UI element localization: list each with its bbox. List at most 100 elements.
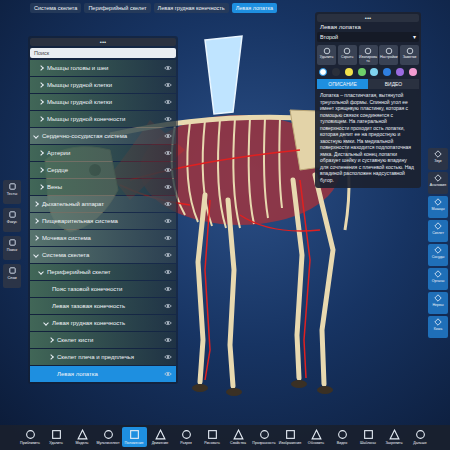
- tree-item[interactable]: Периферийный скелет: [30, 264, 176, 280]
- layer-button[interactable]: Органы: [428, 268, 448, 290]
- color-swatch[interactable]: [396, 68, 404, 76]
- tree-item[interactable]: Скелет кисти: [30, 332, 176, 348]
- breadcrumb-tab[interactable]: Периферийный скелет: [84, 3, 150, 13]
- eye-icon[interactable]: [164, 252, 172, 258]
- left-tool-button[interactable]: Фокус: [3, 208, 21, 232]
- tree-item[interactable]: Левая лопатка: [30, 366, 176, 382]
- bottom-tool-button[interactable]: Разрез: [174, 427, 199, 447]
- bottom-tool-button[interactable]: Видео: [330, 427, 355, 447]
- chevron-icon[interactable]: [38, 167, 44, 173]
- layer-button[interactable]: Кожа: [428, 316, 448, 338]
- eye-icon[interactable]: [164, 235, 172, 241]
- bottom-tool-button[interactable]: Движение: [148, 427, 173, 447]
- bottom-tool-button[interactable]: Шаблоны: [356, 427, 381, 447]
- left-tool-button[interactable]: Слои: [3, 264, 21, 288]
- chevron-icon[interactable]: [48, 337, 54, 343]
- tree-item[interactable]: Пояс тазовой конечности: [30, 281, 176, 297]
- layer-button[interactable]: Звук: [428, 148, 448, 170]
- color-swatch[interactable]: [345, 68, 353, 76]
- eye-icon[interactable]: [164, 150, 172, 156]
- chevron-icon[interactable]: [38, 99, 44, 105]
- bottom-tool-button[interactable]: Рисовать: [200, 427, 225, 447]
- left-tool-button[interactable]: Поиск: [3, 236, 21, 260]
- layer-button[interactable]: Скелет: [428, 220, 448, 242]
- tree-item[interactable]: Система скелета: [30, 247, 176, 263]
- tree-item[interactable]: Левая грудная конечность: [30, 315, 176, 331]
- tree-item[interactable]: Артерии: [30, 145, 176, 161]
- tree-item[interactable]: Мышцы грудной клетки: [30, 94, 176, 110]
- bottom-tool-button[interactable]: Положение: [122, 427, 147, 447]
- eye-icon[interactable]: [164, 269, 172, 275]
- breadcrumb-tab[interactable]: Система скелета: [30, 3, 81, 13]
- chevron-icon[interactable]: [33, 218, 39, 224]
- color-swatch[interactable]: [409, 68, 417, 76]
- info-tool-button[interactable]: Настройки: [379, 45, 398, 65]
- breadcrumb-tab[interactable]: Левая грудная конечность: [154, 3, 229, 13]
- eye-icon[interactable]: [164, 184, 172, 190]
- bottom-tool-button[interactable]: Дальше: [408, 427, 433, 447]
- tree-item[interactable]: Мышцы грудной клетки: [30, 77, 176, 93]
- eye-icon[interactable]: [164, 201, 172, 207]
- bottom-tool-button[interactable]: Свойства: [226, 427, 251, 447]
- tree-item[interactable]: Мышцы грудной конечности: [30, 111, 176, 127]
- search-field[interactable]: Поиск: [30, 48, 176, 58]
- left-tool-button[interactable]: Тесты: [3, 180, 21, 204]
- bottom-tool-button[interactable]: Мультиселект: [96, 427, 121, 447]
- bottom-tool-button[interactable]: Приблизить: [18, 427, 43, 447]
- layer-button[interactable]: Анатомия: [428, 172, 448, 194]
- info-tab[interactable]: ОПИСАНИЕ: [317, 79, 368, 89]
- info-tab[interactable]: ВИДЕО: [368, 79, 419, 89]
- chevron-icon[interactable]: [38, 116, 44, 122]
- eye-icon[interactable]: [164, 354, 172, 360]
- tree-item[interactable]: Левая тазовая конечность: [30, 298, 176, 314]
- eye-icon[interactable]: [164, 218, 172, 224]
- tree-item[interactable]: Пищеварительная система: [30, 213, 176, 229]
- color-swatch[interactable]: [370, 68, 378, 76]
- panel-handle[interactable]: •••: [30, 38, 176, 46]
- eye-icon[interactable]: [164, 303, 172, 309]
- color-swatch[interactable]: [383, 68, 391, 76]
- eye-icon[interactable]: [164, 371, 172, 377]
- breadcrumb-tab[interactable]: Левая лопатка: [232, 3, 277, 13]
- chevron-icon[interactable]: [33, 235, 39, 241]
- eye-icon[interactable]: [164, 99, 172, 105]
- color-swatch[interactable]: [358, 68, 366, 76]
- tree-item[interactable]: Сердце: [30, 162, 176, 178]
- tree-item[interactable]: Сердечно-сосудистая система: [30, 128, 176, 144]
- chevron-icon[interactable]: [33, 252, 39, 258]
- eye-icon[interactable]: [164, 133, 172, 139]
- tree-item[interactable]: Мышцы головы и шеи: [30, 60, 176, 76]
- tree-item[interactable]: Вены: [30, 179, 176, 195]
- chevron-icon[interactable]: [43, 320, 49, 326]
- eye-icon[interactable]: [164, 65, 172, 71]
- info-tool-button[interactable]: Заметки: [400, 45, 419, 65]
- chevron-icon[interactable]: [33, 133, 39, 139]
- layer-button[interactable]: Нервы: [428, 292, 448, 314]
- level-dropdown[interactable]: Второй▾: [317, 32, 419, 42]
- color-swatch[interactable]: [319, 68, 327, 76]
- eye-icon[interactable]: [164, 286, 172, 292]
- bottom-tool-button[interactable]: Удалить: [44, 427, 69, 447]
- tree-item[interactable]: Скелет плеча и предплечья: [30, 349, 176, 365]
- chevron-icon[interactable]: [38, 65, 44, 71]
- eye-icon[interactable]: [164, 337, 172, 343]
- bottom-tool-button[interactable]: Прозрачность: [252, 427, 277, 447]
- chevron-icon[interactable]: [48, 354, 54, 360]
- chevron-icon[interactable]: [38, 150, 44, 156]
- bottom-tool-button[interactable]: Изображения: [278, 427, 303, 447]
- bottom-tool-button[interactable]: Модель: [70, 427, 95, 447]
- tree-item[interactable]: Мочевая система: [30, 230, 176, 246]
- layer-button[interactable]: Сосуды: [428, 244, 448, 266]
- layer-button[interactable]: Мышцы: [428, 196, 448, 218]
- chevron-icon[interactable]: [38, 269, 44, 275]
- scapula-highlight-icon[interactable]: [205, 36, 242, 114]
- chevron-icon[interactable]: [38, 184, 44, 190]
- info-tool-button[interactable]: Изолировать: [359, 45, 378, 65]
- chevron-icon[interactable]: [38, 82, 44, 88]
- eye-icon[interactable]: [164, 82, 172, 88]
- bottom-tool-button[interactable]: Закрепить: [382, 427, 407, 447]
- color-swatch[interactable]: [332, 68, 340, 76]
- chevron-icon[interactable]: [33, 201, 39, 207]
- info-tool-button[interactable]: Удалить: [317, 45, 336, 65]
- tree-item[interactable]: Дыхательный аппарат: [30, 196, 176, 212]
